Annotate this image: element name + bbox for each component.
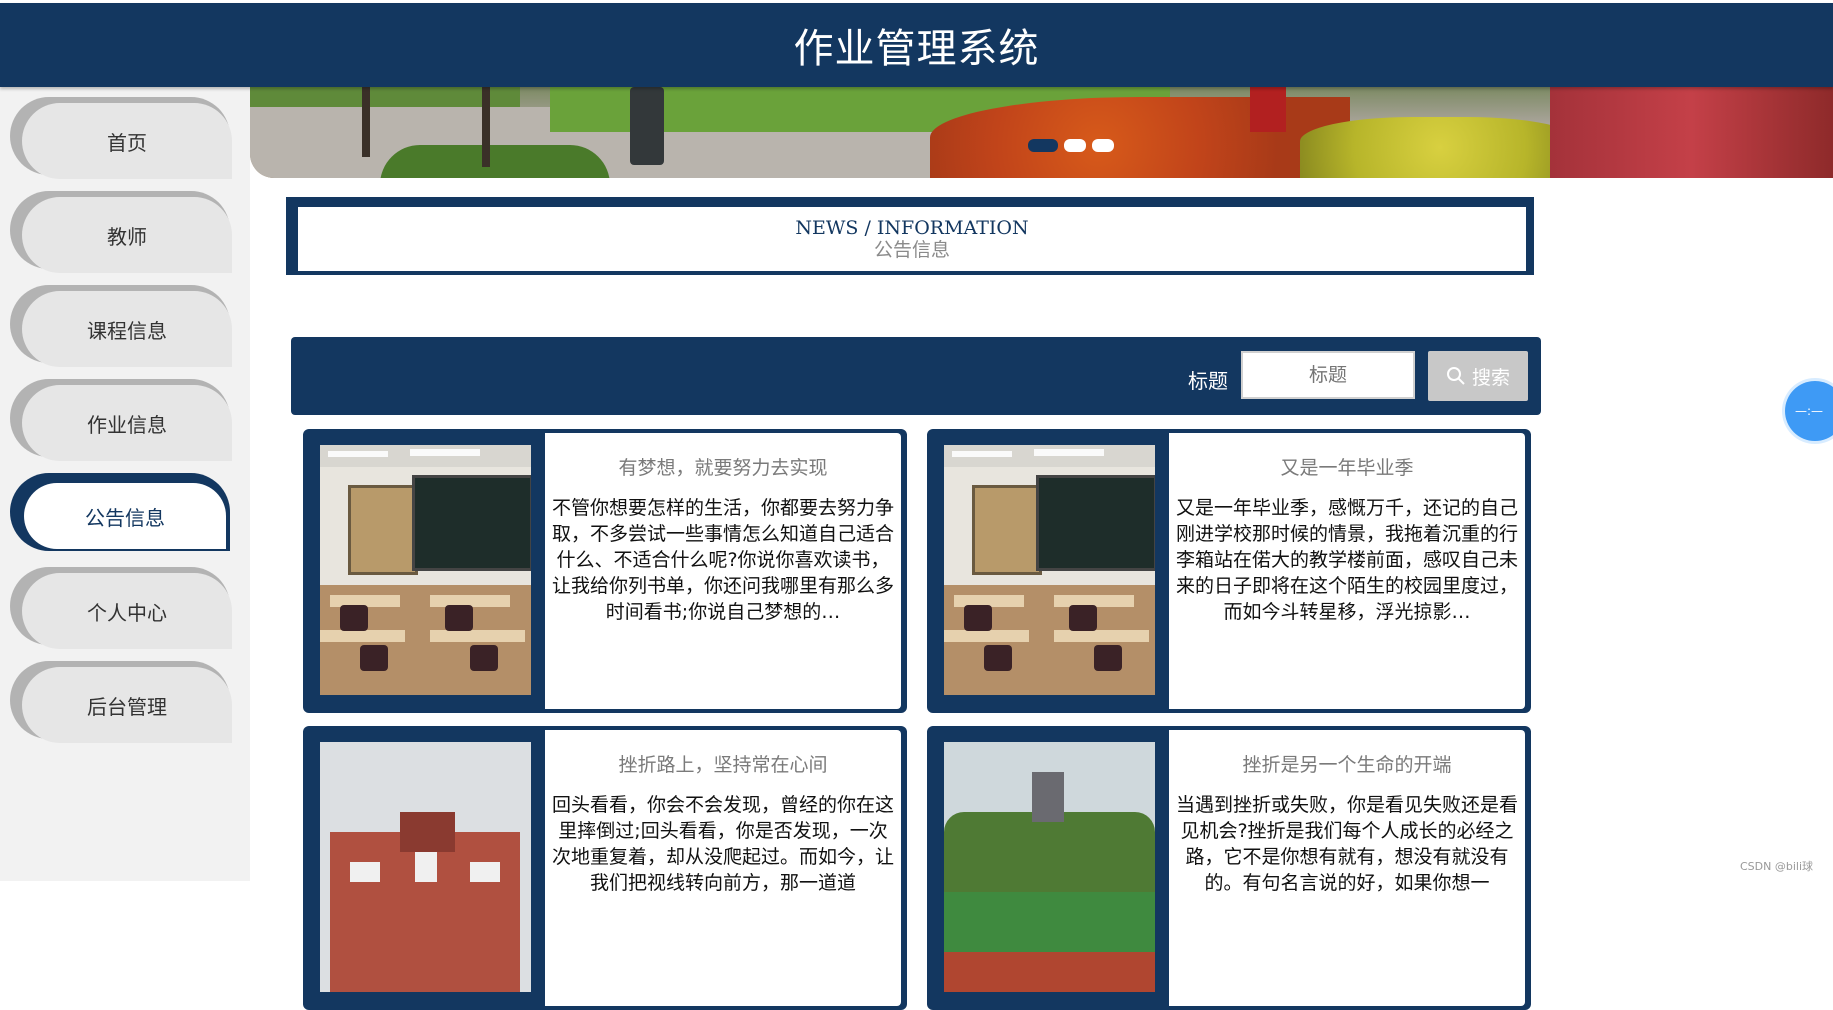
announcement-body: 回头看看，你会不会发现，曾经的你在这里摔倒过;回头看看，你是否发现，一次次地重复… xyxy=(551,794,894,894)
announcement-body: 当遇到挫折或失败，你是看见失败还是看见机会?挫折是我们每个人成长的必经之路，它不… xyxy=(1175,794,1518,894)
banner-carousel[interactable] xyxy=(250,87,1833,178)
sidebar-item-homework-info[interactable]: 作业信息 xyxy=(10,379,232,461)
app-title: 作业管理系统 xyxy=(793,26,1040,72)
sidebar-item-label: 后台管理 xyxy=(22,667,232,743)
announcement-image xyxy=(944,445,1155,695)
carousel-dot[interactable] xyxy=(1064,139,1086,152)
sidebar-item-admin[interactable]: 后台管理 xyxy=(10,661,232,743)
search-bar: 标题 搜索 xyxy=(291,337,1541,415)
sidebar-item-label: 作业信息 xyxy=(22,385,232,461)
search-label: 标题 xyxy=(1188,369,1228,393)
announcement-title: 挫折路上，坚持常在心间 xyxy=(618,754,828,776)
search-icon xyxy=(1446,367,1465,385)
sidebar-item-label: 课程信息 xyxy=(22,291,232,367)
section-title-en: NEWS / INFORMATION xyxy=(795,217,1029,239)
watermark: CSDN @bili球 xyxy=(1740,860,1814,873)
search-input[interactable] xyxy=(1241,351,1415,399)
drag-handle-icon: —:— xyxy=(1795,404,1824,418)
floating-assistant-button[interactable]: —:— xyxy=(1785,381,1833,441)
sidebar-item-teacher[interactable]: 教师 xyxy=(10,191,232,273)
announcement-image xyxy=(320,742,531,992)
announcement-body: 不管你想要怎样的生活，你都要去努力争取，不多尝试一些事情怎么知道自己适合什么、不… xyxy=(551,497,894,623)
section-title-cn: 公告信息 xyxy=(873,239,950,261)
announcement-card[interactable]: 又是一年毕业季 又是一年毕业季，感慨万千，还记的自己刚进学校那时候的情景，我拖着… xyxy=(927,429,1531,713)
announcement-title: 有梦想，就要努力去实现 xyxy=(618,457,828,479)
announcement-body: 又是一年毕业季，感慨万千，还记的自己刚进学校那时候的情景，我拖着沉重的行李箱站在… xyxy=(1175,497,1518,623)
sidebar-item-personal-center[interactable]: 个人中心 xyxy=(10,567,232,649)
search-button[interactable]: 搜索 xyxy=(1428,351,1528,401)
announcement-image xyxy=(320,445,531,695)
sidebar-item-label: 个人中心 xyxy=(22,573,232,649)
sidebar-item-label: 公告信息 xyxy=(24,483,226,549)
announcement-title: 又是一年毕业季 xyxy=(1280,457,1414,479)
announcement-image xyxy=(944,742,1155,992)
announcement-card[interactable]: 挫折路上，坚持常在心间 回头看看，你会不会发现，曾经的你在这里摔倒过;回头看看，… xyxy=(303,726,907,1010)
carousel-dot[interactable] xyxy=(1092,139,1114,152)
sidebar-item-home[interactable]: 首页 xyxy=(10,97,232,179)
announcement-card[interactable]: 有梦想，就要努力去实现 不管你想要怎样的生活，你都要去努力争取，不多尝试一些事情… xyxy=(303,429,907,713)
sidebar-item-announcements[interactable]: 公告信息 xyxy=(10,473,232,555)
announcement-title: 挫折是另一个生命的开端 xyxy=(1242,754,1452,776)
section-header: NEWS / INFORMATION 公告信息 xyxy=(286,197,1538,281)
sidebar-item-label: 教师 xyxy=(22,197,232,273)
sidebar-item-course-info[interactable]: 课程信息 xyxy=(10,285,232,367)
search-button-label: 搜索 xyxy=(1471,367,1510,389)
carousel-indicators xyxy=(1028,139,1114,152)
sidebar: 首页 教师 课程信息 作业信息 公告信息 个人中心 后台管理 xyxy=(0,87,250,881)
app-header: 作业管理系统 xyxy=(0,3,1833,87)
carousel-dot[interactable] xyxy=(1028,139,1058,152)
announcement-card[interactable]: 挫折是另一个生命的开端 当遇到挫折或失败，你是看见失败还是看见机会?挫折是我们每… xyxy=(927,726,1531,1010)
sidebar-item-label: 首页 xyxy=(22,103,232,179)
